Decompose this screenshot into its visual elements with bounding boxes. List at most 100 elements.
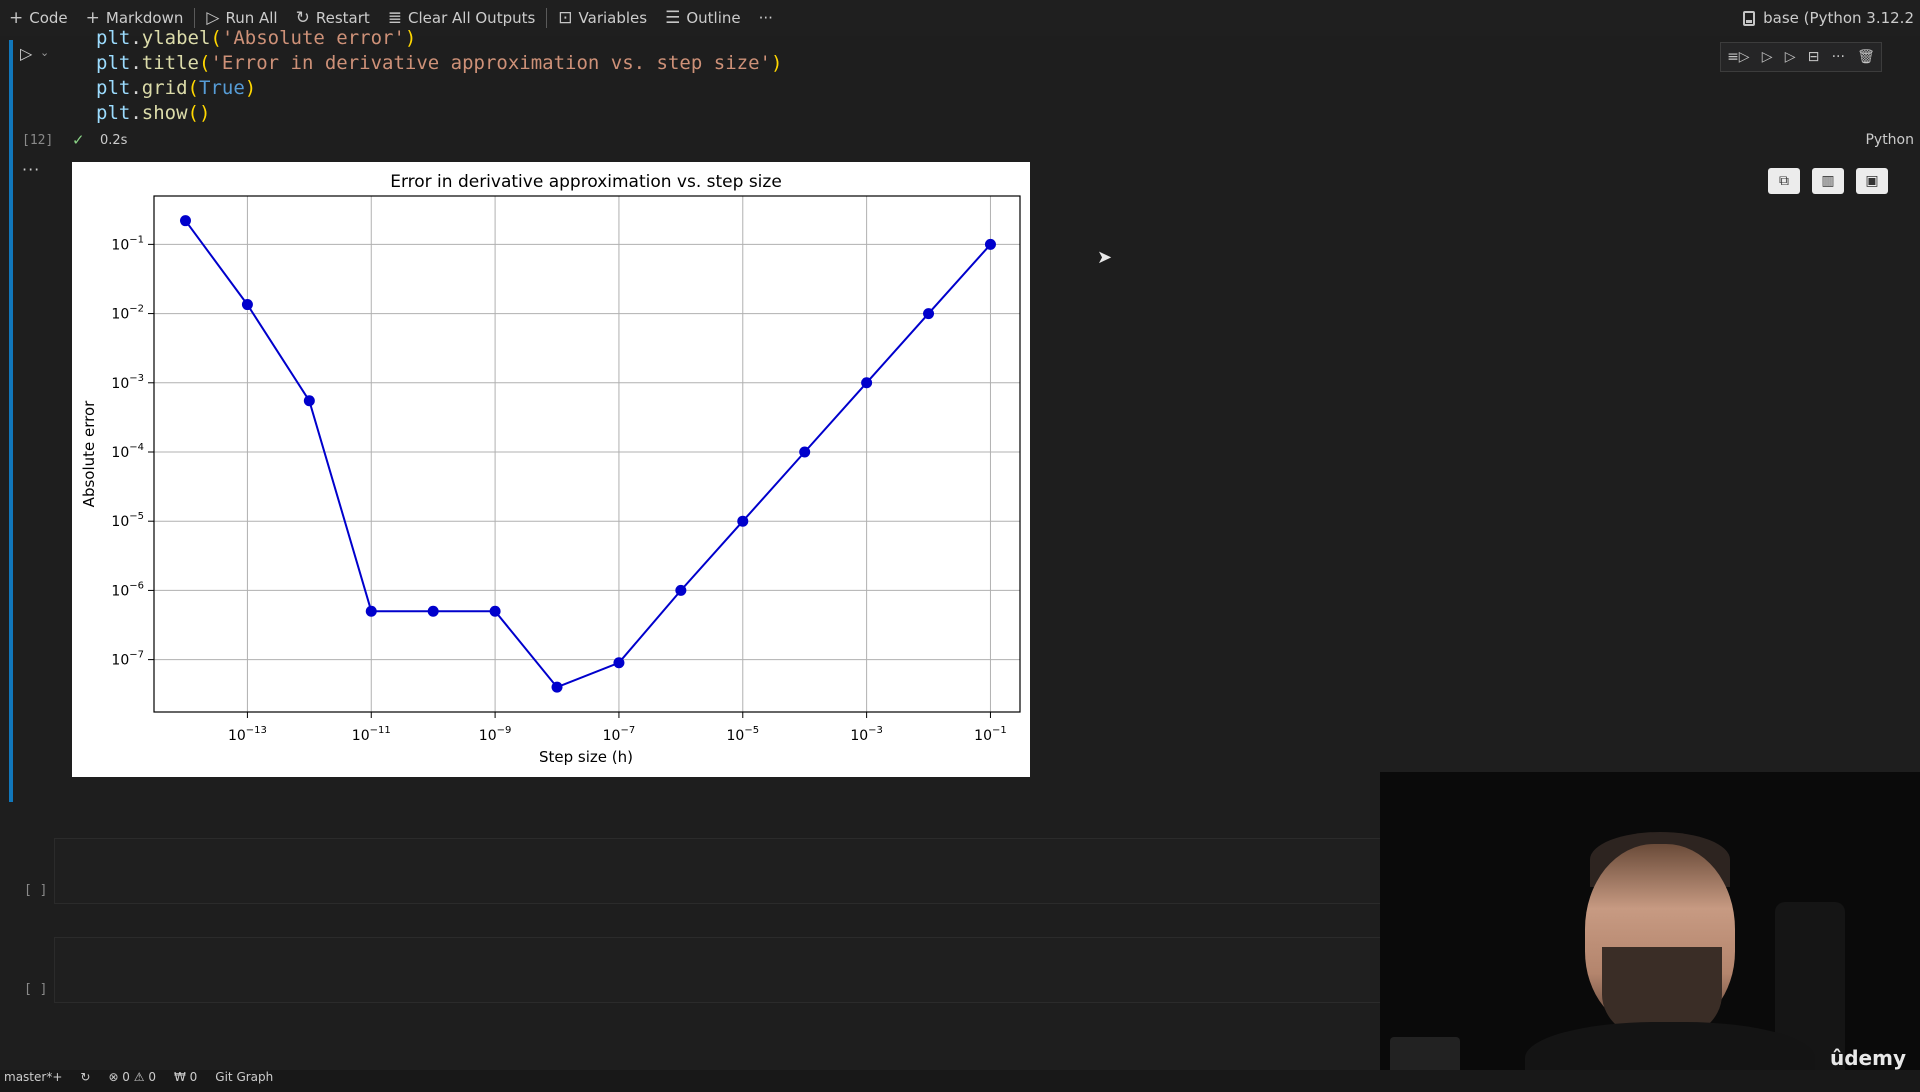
- mouse-cursor-icon: ➤: [1097, 247, 1113, 268]
- sync-icon[interactable]: ↻: [80, 1070, 90, 1084]
- y-tick-label: 10−2: [111, 304, 144, 323]
- data-point: [365, 605, 377, 617]
- plot-output: Error in derivative approximation vs. st…: [72, 162, 1030, 777]
- execution-time: 0.2s: [100, 133, 128, 148]
- tick-mantissa: 10: [111, 376, 129, 392]
- plus-icon: +: [9, 8, 24, 28]
- split-cell-icon[interactable]: ⊟: [1808, 49, 1820, 65]
- code-editor[interactable]: plt.ylabel('Absolute error') plt.title('…: [96, 26, 782, 126]
- tick-mantissa: 10: [726, 728, 744, 744]
- chevron-down-icon[interactable]: ⌄: [40, 46, 49, 59]
- code-token: grid: [141, 77, 188, 99]
- tick-exponent: −6: [129, 580, 144, 591]
- cell-language[interactable]: Python: [1865, 132, 1914, 148]
- tick-exponent: −3: [129, 373, 144, 384]
- execute-above-icon[interactable]: ▷: [1762, 49, 1773, 65]
- tick-exponent: −2: [129, 304, 144, 315]
- code-line: plt.show(): [96, 101, 782, 126]
- y-tick-label: 10−3: [111, 373, 144, 392]
- save-icon[interactable]: ▣: [1856, 168, 1888, 194]
- tick-exponent: −1: [129, 234, 144, 245]
- code-token: ): [770, 52, 783, 74]
- variables-label: Variables: [578, 9, 648, 27]
- plot-frame: [153, 195, 1021, 713]
- more-icon[interactable]: ···: [1832, 49, 1845, 65]
- tick-mantissa: 10: [111, 514, 129, 530]
- trash-icon[interactable]: 🗑: [1857, 49, 1875, 65]
- x-axis-label: Step size (h): [539, 748, 633, 766]
- data-point: [737, 515, 749, 527]
- tick-mantissa: 10: [352, 728, 370, 744]
- more-icon: ···: [758, 9, 773, 27]
- add-markdown-label: Markdown: [105, 9, 184, 27]
- tick-mantissa: 10: [479, 728, 497, 744]
- code-token: plt: [96, 77, 131, 99]
- add-code-cell-button[interactable]: + Code: [0, 0, 77, 36]
- code-token: .: [130, 27, 142, 49]
- tick-exponent: −4: [129, 442, 144, 453]
- code-token: 'Error in derivative approximation vs. s…: [210, 52, 771, 74]
- variables-icon: ⊡: [558, 8, 573, 28]
- execute-below-icon[interactable]: ▷: [1785, 49, 1796, 65]
- code-token: title: [141, 52, 199, 74]
- data-point: [799, 446, 811, 458]
- clear-all-outputs-label: Clear All Outputs: [408, 9, 536, 27]
- x-tick-label: 10−3: [850, 725, 883, 744]
- data-point: [427, 605, 439, 617]
- execution-count: [ ]: [24, 883, 48, 898]
- tick-mantissa: 10: [111, 583, 129, 599]
- chart-icon[interactable]: ▥: [1812, 168, 1844, 194]
- branch-indicator[interactable]: master*+: [4, 1070, 62, 1084]
- toolbar-divider: [546, 8, 548, 28]
- tick-mantissa: 10: [603, 728, 621, 744]
- kernel-icon: [1743, 10, 1756, 26]
- x-tick-label: 10−1: [974, 725, 1007, 744]
- code-token: ): [404, 27, 417, 49]
- tick-mantissa: 10: [111, 307, 129, 323]
- y-tick-label: 10−4: [111, 442, 144, 461]
- x-tick-label: 10−7: [603, 725, 636, 744]
- tick-exponent: −5: [129, 511, 144, 522]
- grid-lines: [154, 196, 1020, 712]
- code-token: .: [130, 102, 142, 124]
- webcam-overlay: ûdemy: [1380, 772, 1920, 1080]
- empty-code-cell[interactable]: [54, 937, 1386, 1003]
- copy-icon[interactable]: ⧉: [1768, 168, 1800, 194]
- data-point: [489, 605, 501, 617]
- restart-icon: ↻: [295, 8, 310, 28]
- tick-exponent: −5: [744, 725, 759, 736]
- play-icon: ▷: [206, 8, 220, 28]
- code-token: (: [187, 102, 199, 124]
- active-cell-indicator: [9, 40, 13, 802]
- code-line: plt.title('Error in derivative approxima…: [96, 51, 782, 76]
- x-tick-label: 10−9: [479, 725, 512, 744]
- run-cell-button[interactable]: ▷: [20, 44, 32, 63]
- kernel-picker[interactable]: base (Python 3.12.2: [1743, 0, 1914, 36]
- run-by-line-icon[interactable]: ≡▷: [1727, 49, 1750, 65]
- ports-indicator[interactable]: ₩ 0: [174, 1070, 197, 1084]
- outline-label: Outline: [686, 9, 741, 27]
- data-point: [675, 584, 687, 596]
- restart-label: Restart: [315, 9, 370, 27]
- data-point: [861, 377, 873, 389]
- code-token: show: [141, 102, 188, 124]
- tick-exponent: −11: [370, 725, 391, 736]
- problems-indicator[interactable]: ⊗ 0 ⚠ 0: [108, 1070, 156, 1084]
- execution-count: [ ]: [24, 982, 48, 997]
- y-tick-label: 10−1: [111, 234, 144, 253]
- toolbar-divider: [194, 8, 196, 28]
- data-point: [984, 238, 996, 250]
- run-all-label: Run All: [225, 9, 278, 27]
- code-token: 'Absolute error': [221, 27, 405, 49]
- error-chart: Error in derivative approximation vs. st…: [80, 172, 1021, 766]
- git-graph-button[interactable]: Git Graph: [215, 1070, 273, 1084]
- data-point: [179, 215, 191, 227]
- code-token: plt: [96, 27, 131, 49]
- output-actions: ⧉ ▥ ▣: [1768, 168, 1888, 194]
- output-more-button[interactable]: ···: [22, 160, 40, 179]
- cell-toolbar: ≡▷ ▷ ▷ ⊟ ··· 🗑: [1720, 42, 1882, 72]
- empty-code-cell[interactable]: [54, 838, 1386, 904]
- tick-exponent: −7: [620, 725, 635, 736]
- code-token: (: [187, 77, 199, 99]
- y-tick-label: 10−7: [111, 650, 144, 669]
